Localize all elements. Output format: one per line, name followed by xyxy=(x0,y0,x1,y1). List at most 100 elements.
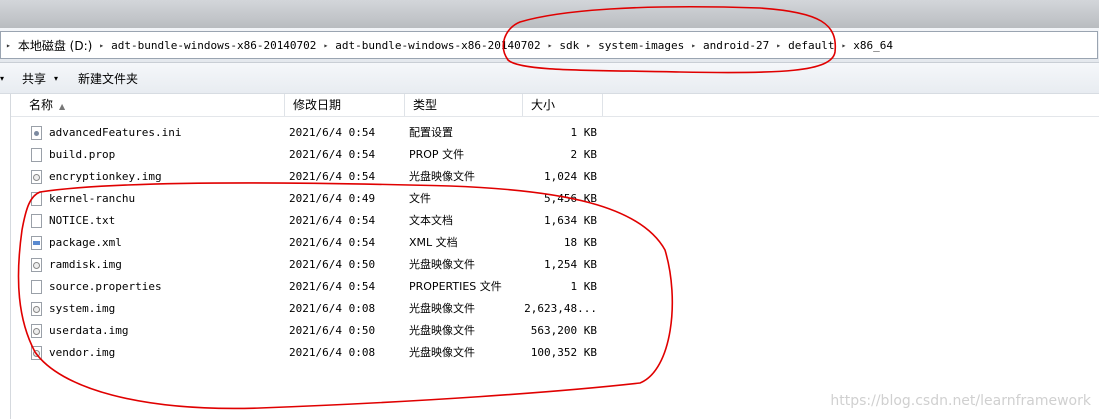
new-folder-button[interactable]: 新建文件夹 xyxy=(68,70,148,87)
new-folder-button-label: 新建文件夹 xyxy=(78,71,139,86)
column-header-size-label: 大小 xyxy=(531,98,556,112)
settings-file-icon xyxy=(31,126,42,140)
file-modified: 2021/6/4 0:50 xyxy=(289,324,376,337)
chevron-down-icon[interactable]: ▾ xyxy=(0,74,12,83)
share-button-label: 共享 xyxy=(22,71,47,86)
file-modified: 2021/6/4 0:49 xyxy=(289,192,376,205)
chevron-right-icon[interactable]: ▸ xyxy=(94,41,109,50)
chevron-right-icon[interactable]: ▸ xyxy=(318,41,333,50)
disc-image-icon xyxy=(31,302,42,316)
file-row[interactable]: encryptionkey.img 2021/6/4 0:54 光盘映像文件 1,02… xyxy=(11,166,611,188)
xml-file-icon xyxy=(31,236,42,250)
breadcrumb[interactable]: ▸ 本地磁盘 (D:) ▸ adt-bundle-windows-x86-201… xyxy=(0,31,1098,59)
file-type: 光盘映像文件 xyxy=(409,170,475,183)
command-bar: ▾ 共享 ▾ 新建文件夹 xyxy=(0,63,1099,94)
breadcrumb-item-drive[interactable]: 本地磁盘 (D:) xyxy=(16,37,94,54)
file-row[interactable]: ramdisk.img 2021/6/4 0:50 光盘映像文件 1,254 KB xyxy=(11,254,611,276)
file-row[interactable]: vendor.img 2021/6/4 0:08 光盘映像文件 100,352 KB xyxy=(11,342,611,364)
chevron-down-icon: ▾ xyxy=(54,73,59,83)
file-size: 2 KB xyxy=(570,148,598,161)
chevron-right-icon[interactable]: ▸ xyxy=(771,41,786,50)
chevron-right-icon[interactable]: ▸ xyxy=(1,41,16,50)
text-file-icon xyxy=(31,214,42,228)
file-icon xyxy=(31,192,42,206)
file-icon xyxy=(31,148,42,162)
disc-image-icon xyxy=(31,346,42,360)
file-type: 配置设置 xyxy=(409,126,453,139)
file-name: system.img xyxy=(49,302,116,315)
watermark: https://blog.csdn.net/learnframework xyxy=(830,393,1091,409)
breadcrumb-item[interactable]: android-27 xyxy=(701,39,771,52)
file-type: PROPERTIES 文件 xyxy=(409,280,502,293)
breadcrumb-item[interactable]: system-images xyxy=(596,39,686,52)
file-row[interactable]: system.img 2021/6/4 0:08 光盘映像文件 2,623,48... xyxy=(11,298,611,320)
file-size: 1,024 KB xyxy=(544,170,597,183)
file-modified: 2021/6/4 0:54 xyxy=(289,280,376,293)
file-type: 光盘映像文件 xyxy=(409,258,475,271)
file-row[interactable]: advancedFeatures.ini 2021/6/4 0:54 配置设置 1 K… xyxy=(11,122,611,144)
breadcrumb-item[interactable]: adt-bundle-windows-x86-20140702 xyxy=(333,39,542,52)
file-list-pane[interactable]: 名称 ▲ 修改日期 类型 大小 advancedFeatures.ini 2021/… xyxy=(10,94,1099,419)
chevron-right-icon[interactable]: ▸ xyxy=(581,41,596,50)
file-modified: 2021/6/4 0:54 xyxy=(289,148,376,161)
file-size: 1 KB xyxy=(570,280,598,293)
sort-ascending-icon: ▲ xyxy=(59,102,66,111)
file-size: 1,634 KB xyxy=(544,214,597,227)
file-type: XML 文档 xyxy=(409,236,458,249)
file-type: 光盘映像文件 xyxy=(409,324,475,337)
column-header-size[interactable]: 大小 xyxy=(523,94,603,116)
file-modified: 2021/6/4 0:50 xyxy=(289,258,376,271)
column-header-type-label: 类型 xyxy=(413,98,438,112)
window-title-bar xyxy=(0,0,1099,28)
column-header-name-label: 名称 xyxy=(29,98,54,112)
file-modified: 2021/6/4 0:08 xyxy=(289,302,376,315)
file-name: source.properties xyxy=(49,280,162,293)
file-name: userdata.img xyxy=(49,324,129,337)
column-header-modified[interactable]: 修改日期 xyxy=(285,94,405,116)
file-row[interactable]: NOTICE.txt 2021/6/4 0:54 文本文档 1,634 KB xyxy=(11,210,611,232)
file-name: kernel-ranchu xyxy=(49,192,136,205)
chevron-right-icon[interactable]: ▸ xyxy=(686,41,701,50)
file-size: 2,623,48... xyxy=(524,302,597,315)
breadcrumb-item[interactable]: default xyxy=(786,39,836,52)
column-header-row: 名称 ▲ 修改日期 类型 大小 xyxy=(11,94,1099,117)
file-size: 1 KB xyxy=(570,126,598,139)
column-header-type[interactable]: 类型 xyxy=(405,94,523,116)
file-icon xyxy=(31,280,42,294)
file-type: 文本文档 xyxy=(409,214,453,227)
share-button[interactable]: 共享 ▾ xyxy=(12,70,68,87)
file-name: vendor.img xyxy=(49,346,116,359)
chevron-right-icon[interactable]: ▸ xyxy=(543,41,558,50)
file-row[interactable]: package.xml 2021/6/4 0:54 XML 文档 18 KB xyxy=(11,232,611,254)
file-size: 1,254 KB xyxy=(544,258,597,271)
disc-image-icon xyxy=(31,324,42,338)
file-type: 文件 xyxy=(409,192,431,205)
file-modified: 2021/6/4 0:54 xyxy=(289,170,376,183)
column-header-name[interactable]: 名称 ▲ xyxy=(11,94,285,116)
address-bar[interactable]: ▸ 本地磁盘 (D:) ▸ adt-bundle-windows-x86-201… xyxy=(0,28,1099,63)
file-size: 5,456 KB xyxy=(544,192,597,205)
file-name: NOTICE.txt xyxy=(49,214,116,227)
column-header-modified-label: 修改日期 xyxy=(293,98,342,112)
file-row[interactable]: build.prop 2021/6/4 0:54 PROP 文件 2 KB xyxy=(11,144,611,166)
chevron-right-icon[interactable]: ▸ xyxy=(836,41,851,50)
file-row[interactable]: userdata.img 2021/6/4 0:50 光盘映像文件 563,200 K… xyxy=(11,320,611,342)
file-name: advancedFeatures.ini xyxy=(49,126,182,139)
disc-image-icon xyxy=(31,258,42,272)
file-modified: 2021/6/4 0:54 xyxy=(289,214,376,227)
file-name: encryptionkey.img xyxy=(49,170,162,183)
file-modified: 2021/6/4 0:54 xyxy=(289,236,376,249)
file-size: 18 KB xyxy=(563,236,597,249)
breadcrumb-item-current[interactable]: x86_64 xyxy=(851,39,895,52)
file-type: 光盘映像文件 xyxy=(409,346,475,359)
file-row[interactable]: source.properties 2021/6/4 0:54 PROPERTIES… xyxy=(11,276,611,298)
file-name: ramdisk.img xyxy=(49,258,122,271)
file-type: 光盘映像文件 xyxy=(409,302,475,315)
breadcrumb-item[interactable]: adt-bundle-windows-x86-20140702 xyxy=(109,39,318,52)
file-modified: 2021/6/4 0:08 xyxy=(289,346,376,359)
file-size: 100,352 KB xyxy=(530,346,597,359)
file-name: package.xml xyxy=(49,236,122,249)
file-size: 563,200 KB xyxy=(530,324,597,337)
breadcrumb-item-sdk[interactable]: sdk xyxy=(557,39,581,52)
file-row[interactable]: kernel-ranchu 2021/6/4 0:49 文件 5,456 KB xyxy=(11,188,611,210)
